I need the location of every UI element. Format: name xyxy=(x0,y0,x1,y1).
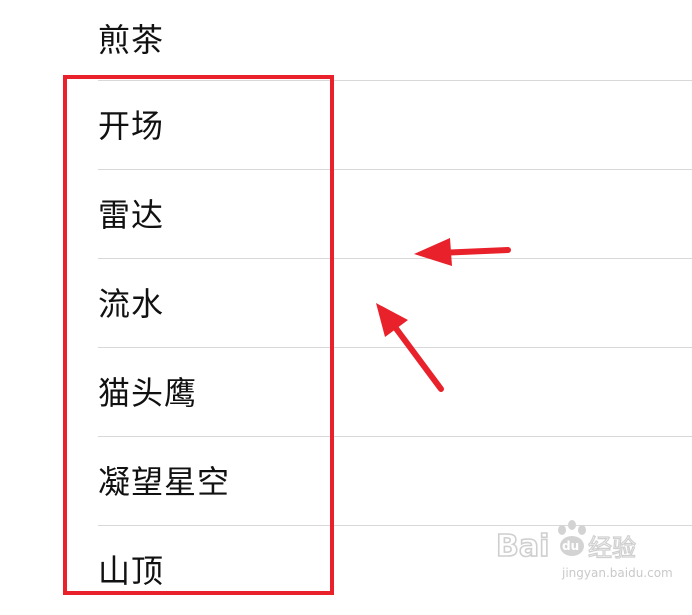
list-item-maotouying[interactable]: 猫头鹰 xyxy=(98,348,692,437)
list-item-kaichang[interactable]: 开场 xyxy=(98,81,692,170)
list-item-label: 猫头鹰 xyxy=(98,373,198,412)
list-item-liushui[interactable]: 流水 xyxy=(98,259,692,348)
list-item-shanding[interactable]: 山顶 xyxy=(98,526,692,615)
list-item-label: 煎茶 xyxy=(98,20,165,59)
list-item-label: 雷达 xyxy=(98,195,165,234)
list-item-label: 流水 xyxy=(98,284,165,323)
list-item-ningwangxingkong[interactable]: 凝望星空 xyxy=(98,437,692,526)
list-item-leida[interactable]: 雷达 xyxy=(98,170,692,259)
ringtone-list: 煎茶 开场 雷达 流水 猫头鹰 凝望星空 山顶 xyxy=(0,0,692,596)
list-item-jiancha[interactable]: 煎茶 xyxy=(98,0,692,84)
list-item-label: 凝望星空 xyxy=(98,462,231,501)
list-item-label: 开场 xyxy=(98,106,165,145)
list-item-label: 山顶 xyxy=(98,551,165,590)
